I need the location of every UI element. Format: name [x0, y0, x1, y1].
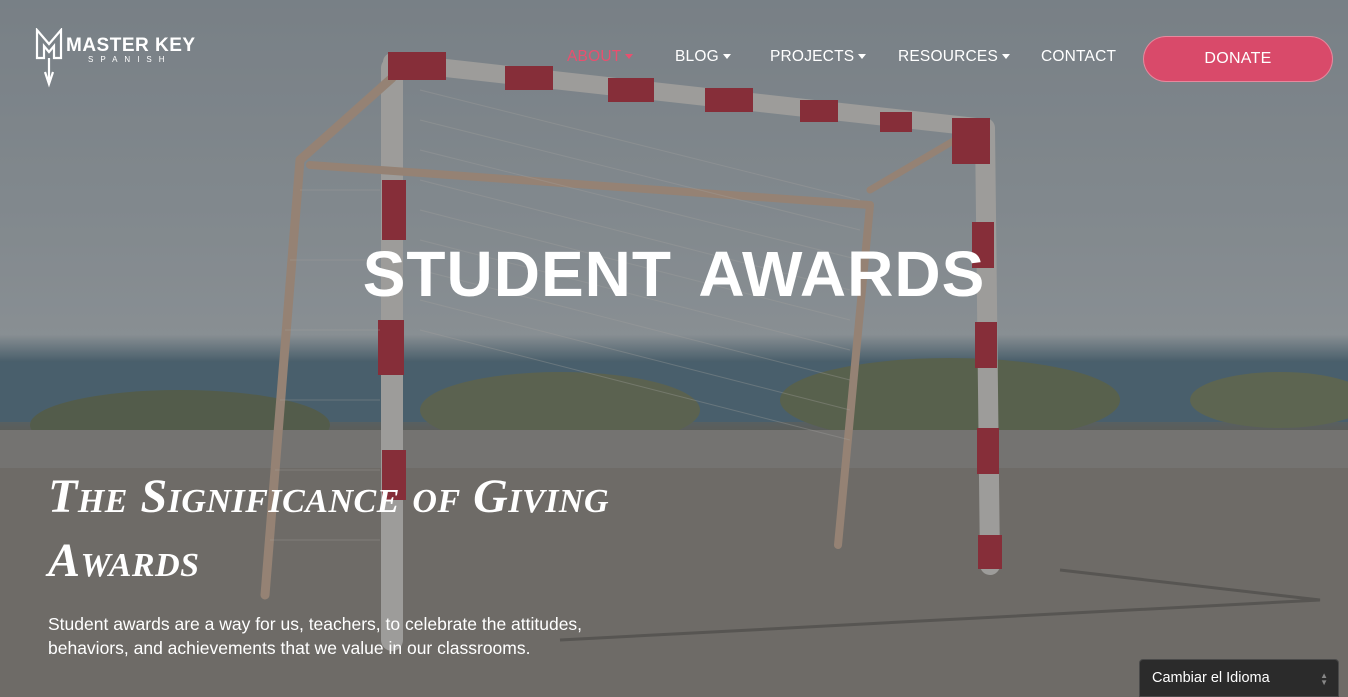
- nav-label-projects: PROJECTS: [770, 48, 855, 65]
- nav-label-contact: CONTACT: [1041, 48, 1117, 65]
- dropdown-caret-icon: [858, 53, 867, 59]
- nav-label-blog: BLOG: [675, 48, 719, 65]
- select-arrows-icon: ▲ ▼: [1320, 671, 1328, 687]
- nav-item-about[interactable]: ABOUT: [567, 48, 634, 66]
- nav-item-contact[interactable]: CONTACT: [1041, 48, 1116, 66]
- dropdown-caret-icon: [625, 53, 634, 59]
- nav-label-about: ABOUT: [567, 48, 622, 65]
- section-intro-text: Student awards are a way for us, teacher…: [48, 614, 583, 658]
- nav-item-blog[interactable]: BLOG: [675, 48, 731, 66]
- dropdown-caret-icon: [1001, 53, 1010, 59]
- nav-label-resources: RESOURCES: [898, 48, 998, 65]
- nav-item-projects[interactable]: PROJECTS: [770, 48, 867, 66]
- donate-button[interactable]: DONATE: [1143, 36, 1333, 82]
- page-title: STUDENT AWARDS: [362, 238, 986, 310]
- language-selector-label: Cambiar el Idioma: [1152, 670, 1270, 686]
- language-selector[interactable]: Cambiar el Idioma ▲ ▼: [1139, 659, 1339, 697]
- section-heading: The Significance of Giving Awards: [48, 470, 610, 587]
- dropdown-caret-icon: [722, 53, 731, 59]
- nav-item-resources[interactable]: RESOURCES: [898, 48, 1010, 66]
